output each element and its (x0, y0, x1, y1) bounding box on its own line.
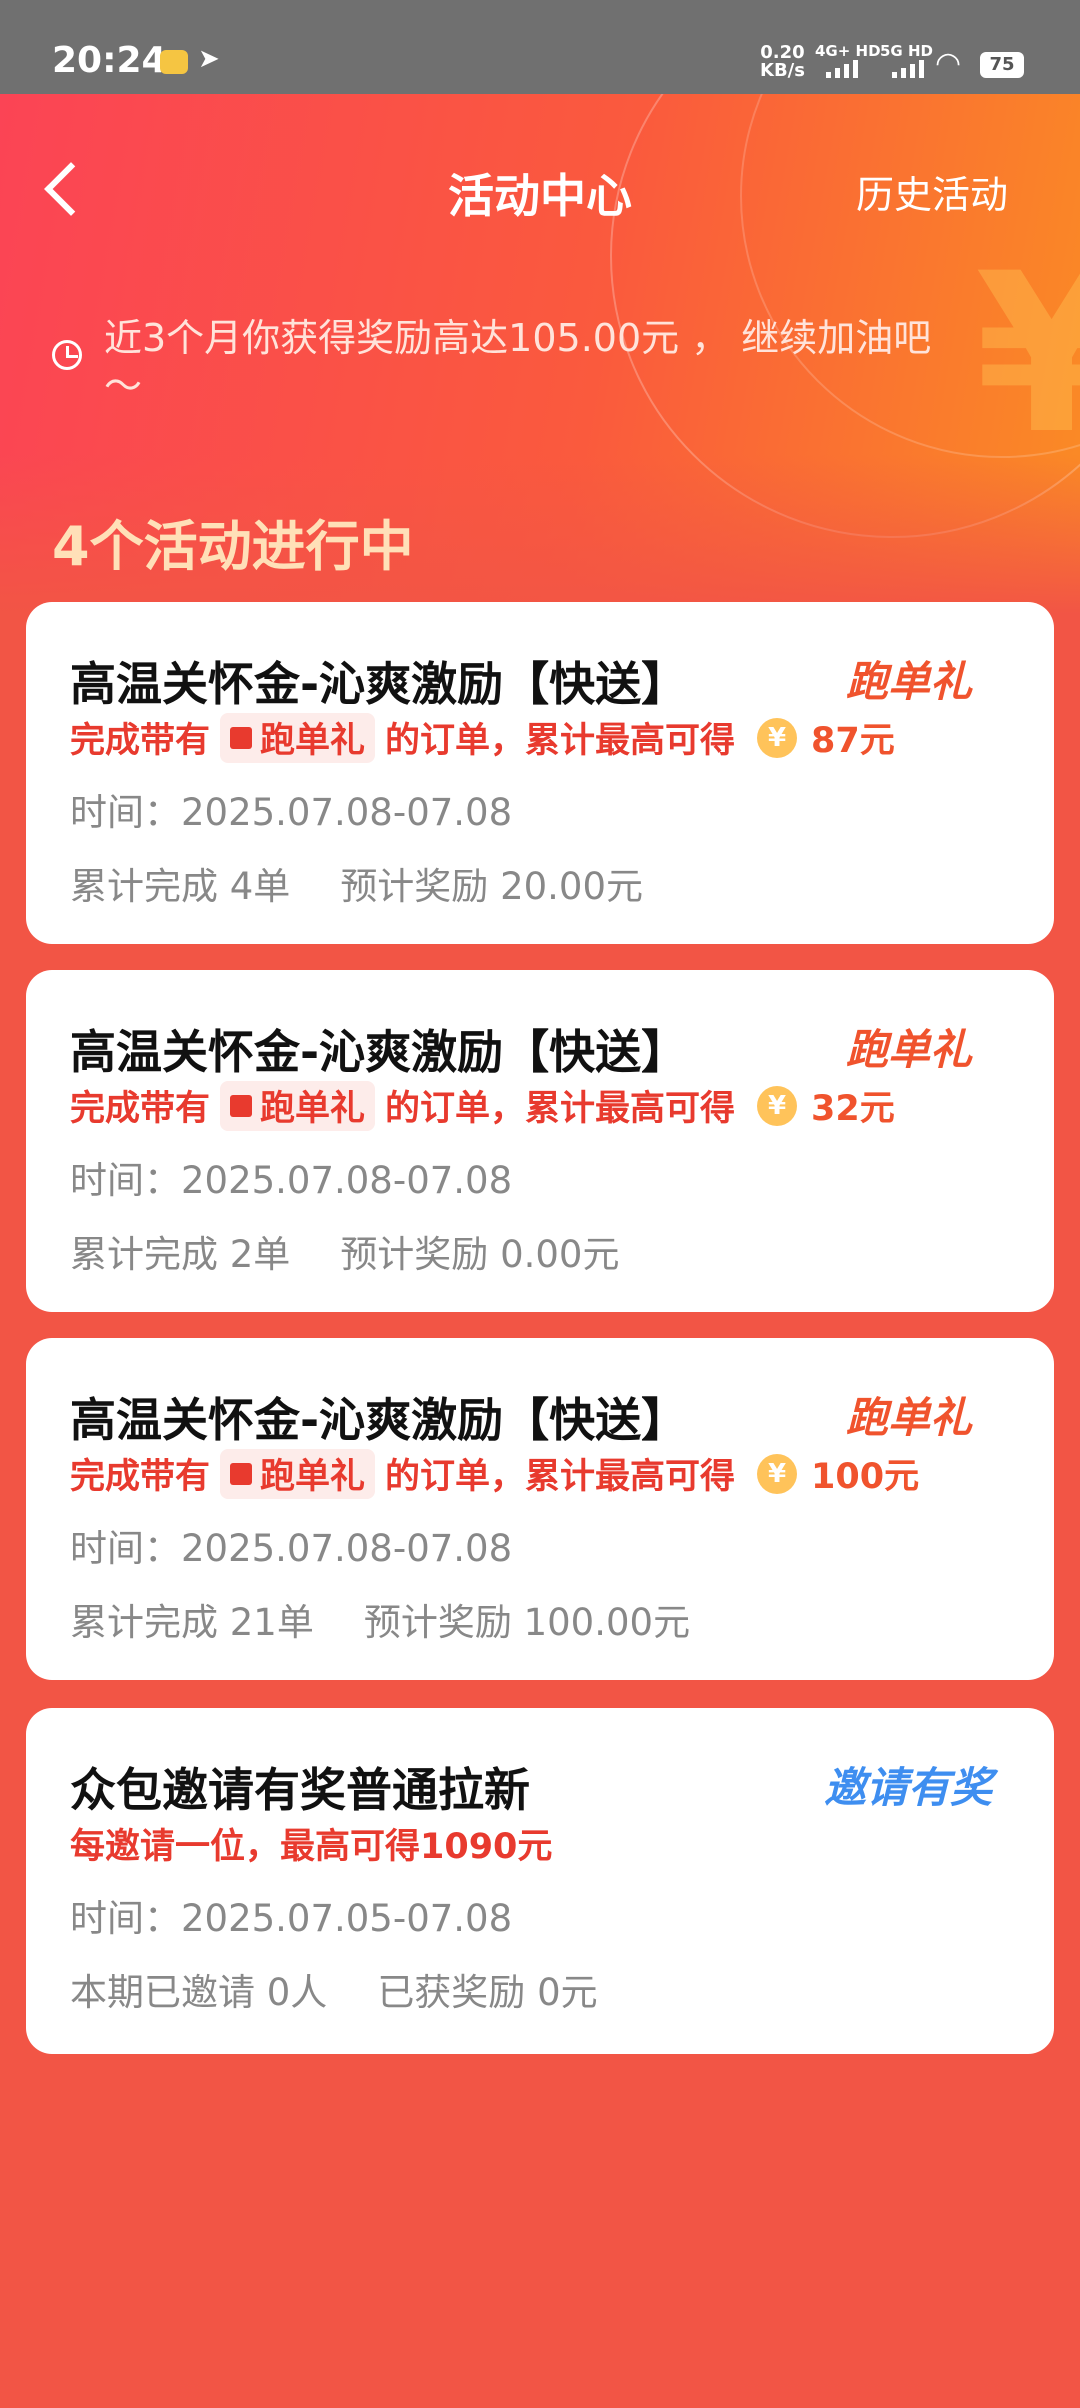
location-arrow-icon: ➤ (198, 44, 220, 74)
activity-time: 时间：2025.07.08-07.08 (70, 791, 513, 834)
history-activities-link[interactable]: 历史活动 (856, 164, 1008, 219)
activity-tag: 跑单礼 (845, 1393, 972, 1442)
signal-icon (826, 60, 858, 78)
status-bar: 20:24 ➤ 0.20 KB/s 4G+ HD 5G HD ◠ 75 (0, 0, 1080, 94)
max-amount: 32元 (811, 1089, 895, 1129)
activity-card[interactable]: 众包邀请有奖普通拉新 邀请有奖 每邀请一位，最高可得1090元 时间：2025.… (26, 1708, 1054, 2054)
activity-title: 高温关怀金-沁爽激励【快送】 (70, 1393, 688, 1447)
status-time: 20:24 (52, 40, 167, 81)
gift-icon (230, 726, 253, 749)
active-count-heading: 4个活动进行中 (52, 515, 414, 578)
network-speed: 0.20 KB/s (760, 42, 805, 81)
activity-tag: 跑单礼 (845, 1025, 972, 1074)
pie-chart-icon (52, 340, 82, 370)
wifi-icon: ◠ (935, 46, 962, 81)
reward-summary: 近3个月你获得奖励高达105.00元 ， 继续加油吧～ (104, 316, 932, 408)
max-amount: 100元 (811, 1457, 920, 1497)
activity-card[interactable]: 高温关怀金-沁爽激励【快送】 跑单礼 完成带有 跑单礼 的订单，累计最高可得 ¥… (26, 602, 1054, 944)
activity-stats: 累计完成 4单 预计奖励 20.00元 (70, 865, 643, 908)
activity-title: 众包邀请有奖普通拉新 (70, 1763, 530, 1817)
activity-stats: 累计完成 2单 预计奖励 0.00元 (70, 1233, 620, 1276)
max-amount: 87元 (811, 721, 895, 761)
activity-desc: 完成带有 跑单礼 的订单，累计最高可得 ¥ 32元 (70, 1080, 895, 1131)
gift-pill: 跑单礼 (220, 1448, 376, 1499)
activity-stats: 累计完成 21单 预计奖励 100.00元 (70, 1601, 691, 1644)
activity-desc: 每邀请一位，最高可得1090元 (70, 1827, 553, 1867)
activity-title: 高温关怀金-沁爽激励【快送】 (70, 657, 688, 711)
sim1-label: 4G+ HD (815, 42, 881, 60)
coin-icon: ¥ (757, 1453, 798, 1494)
activity-desc: 完成带有 跑单礼 的订单，累计最高可得 ¥ 100元 (70, 1448, 919, 1499)
activity-desc: 完成带有 跑单礼 的订单，累计最高可得 ¥ 87元 (70, 712, 895, 763)
activity-time: 时间：2025.07.05-07.08 (70, 1897, 513, 1940)
activity-time: 时间：2025.07.08-07.08 (70, 1159, 513, 1202)
battery-icon: 75 (980, 52, 1024, 78)
activity-tag: 跑单礼 (845, 657, 972, 706)
activity-card[interactable]: 高温关怀金-沁爽激励【快送】 跑单礼 完成带有 跑单礼 的订单，累计最高可得 ¥… (26, 1338, 1054, 1680)
coin-icon: ¥ (757, 1085, 798, 1126)
app-notification-icon (160, 50, 188, 74)
activity-tag: 邀请有奖 (823, 1763, 992, 1812)
gift-icon (230, 1462, 253, 1485)
yen-watermark-icon: ¥ (975, 226, 1080, 482)
coin-icon: ¥ (757, 717, 798, 758)
activity-stats: 本期已邀请 0人 已获奖励 0元 (70, 1971, 598, 2014)
activity-title: 高温关怀金-沁爽激励【快送】 (70, 1025, 688, 1079)
gift-pill: 跑单礼 (220, 1080, 376, 1131)
activity-card[interactable]: 高温关怀金-沁爽激励【快送】 跑单礼 完成带有 跑单礼 的订单，累计最高可得 ¥… (26, 970, 1054, 1312)
gift-pill: 跑单礼 (220, 712, 376, 763)
activity-time: 时间：2025.07.08-07.08 (70, 1527, 513, 1570)
signal-icon (892, 60, 924, 78)
sim2-label: 5G HD (880, 42, 933, 60)
gift-icon (230, 1094, 253, 1117)
